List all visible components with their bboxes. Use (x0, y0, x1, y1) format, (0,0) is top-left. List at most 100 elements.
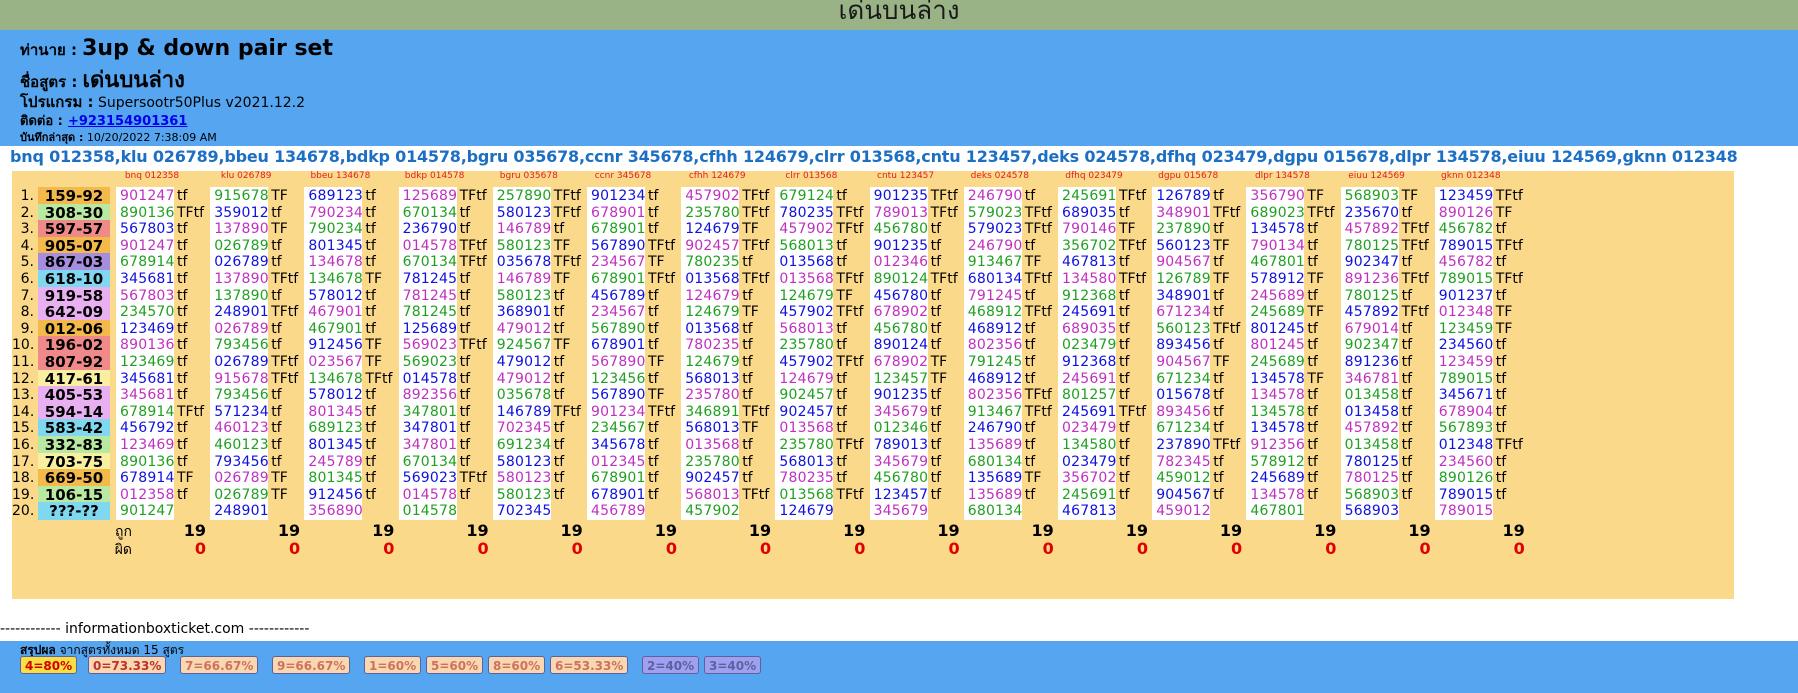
digit-cell: 014578 (398, 502, 457, 521)
digit-cell: 678914 (116, 253, 174, 272)
digit-cell: 245691 (1058, 369, 1116, 388)
set-links: bnq 012358,klu 026789,bbeu 134678,bdkp 0… (10, 147, 1798, 169)
result-flag: TFtf (742, 237, 770, 254)
result-flag: TFtf (648, 237, 676, 254)
digit-cell: 780235 (775, 203, 834, 222)
result-flag: TFtf (271, 271, 299, 287)
digit-cell: 670134 (398, 452, 457, 471)
result-flag: tf (648, 304, 659, 321)
digit-cell: 234570 (116, 303, 174, 322)
digit-cell: 013458 (1340, 436, 1399, 454)
result-flag: TFtf (742, 204, 770, 221)
digit-cell: 789015 (1434, 270, 1493, 288)
digit-cell: 347801 (398, 436, 457, 454)
digit-cell: 912456 (304, 485, 363, 504)
result-flag: tf (1119, 204, 1130, 221)
digit-cell: 580123 (492, 203, 551, 222)
result-flag: TFtf (553, 188, 581, 204)
digit-cell: 801345 (304, 469, 363, 488)
result-flag: TFtf (1024, 271, 1052, 287)
result-flag: tf (1401, 437, 1413, 453)
digit-cell: 479012 (492, 319, 551, 338)
set-link[interactable]: dfhq 023479 (1156, 147, 1268, 166)
set-link[interactable]: dgpu 015678 (1273, 147, 1389, 166)
result-pair: 867-03 (38, 253, 110, 272)
digit-cell: 356702 (1058, 469, 1116, 488)
digit-cell: 790234 (304, 220, 363, 239)
digit-cell: 901235 (869, 236, 928, 255)
digit-cell: 035678 (492, 386, 551, 405)
author-value: 3up & down pair set (82, 36, 333, 61)
result-flag: TFtf (459, 337, 487, 354)
result-flag: tf (1401, 337, 1413, 354)
result-flag: TFtf (742, 188, 770, 204)
result-flag: tf (1495, 470, 1507, 487)
miss-count: 0 (194, 539, 206, 558)
miss-count: 0 (760, 539, 772, 558)
digit-cell: 345679 (869, 452, 928, 471)
contact-link[interactable]: +923154901361 (68, 114, 187, 129)
set-link[interactable]: deks 024578 (1037, 147, 1150, 166)
result-flag: TFtf (836, 271, 864, 287)
result-pair: 332-83 (38, 436, 110, 454)
digit-cell: 904567 (1152, 253, 1211, 272)
row-number: 9. (20, 320, 34, 337)
result-flag: TFtf (1495, 271, 1523, 287)
result-flag: tf (365, 287, 376, 304)
set-link[interactable]: bnq 012358 (10, 147, 115, 166)
set-link[interactable]: cfhh 124679 (699, 147, 809, 166)
digit-cell: 578012 (304, 386, 363, 405)
result-flag: tf (742, 387, 753, 404)
result-flag: tf (271, 453, 282, 470)
result-flag: TF (930, 370, 948, 387)
digit-cell: 912456 (304, 336, 363, 355)
digit-cell: 902457 (775, 386, 834, 405)
set-link[interactable]: ccnr 345678 (585, 147, 694, 166)
result-flag: tf (648, 188, 659, 204)
digit-cell: 467801 (1246, 502, 1305, 521)
result-flag: tf (1213, 337, 1224, 354)
result-flag: tf (648, 437, 659, 453)
digit-cell: 135689 (963, 436, 1022, 454)
result-flag: tf (1213, 486, 1224, 503)
result-pair: 196-02 (38, 336, 110, 355)
digit-cell: 248901 (210, 502, 269, 521)
result-flag: tf (1213, 287, 1224, 304)
digit-cell: 234560 (1434, 452, 1493, 471)
digit-cell: 123469 (116, 319, 174, 338)
summary-badge: 0=73.33% (88, 656, 167, 674)
digit-cell: 569023 (398, 469, 457, 488)
set-link[interactable]: gknn 012348 (1622, 147, 1737, 166)
set-link[interactable]: klu 026789 (121, 147, 219, 166)
digit-cell: 456789 (587, 286, 645, 305)
miss-count: 0 (948, 539, 960, 558)
set-link[interactable]: dlpr 134578 (1395, 147, 1502, 166)
digit-cell: 567890 (587, 319, 645, 338)
digit-cell: 678901 (587, 203, 645, 222)
result-flag: tf (742, 437, 753, 453)
digit-cell: 890124 (869, 336, 928, 355)
result-flag: TFtf (1495, 188, 1523, 204)
set-link[interactable]: bdkp 014578 (346, 147, 461, 166)
result-pair: 669-50 (38, 469, 110, 488)
result-flag: TFtf (1119, 403, 1147, 420)
set-link[interactable]: bbeu 134678 (224, 147, 340, 166)
set-link[interactable]: eiuu 124569 (1507, 147, 1616, 166)
set-link[interactable]: clrr 013568 (814, 147, 915, 166)
result-flag: tf (930, 337, 942, 354)
digit-cell: 578012 (304, 286, 363, 305)
row-number: 3. (20, 221, 34, 238)
result-flag: tf (1401, 486, 1413, 503)
result-flag: tf (648, 204, 659, 221)
result-flag: tf (553, 387, 565, 404)
result-flag: tf (930, 420, 942, 437)
set-link[interactable]: cntu 123457 (921, 147, 1031, 166)
digit-cell: 890136 (116, 336, 174, 355)
result-flag: tf (365, 320, 376, 337)
result-flag: tf (271, 437, 282, 453)
set-link[interactable]: bgru 035678 (467, 147, 580, 166)
result-flag: TF (271, 221, 288, 238)
digit-cell: 678901 (587, 485, 645, 504)
result-flag: tf (1213, 387, 1224, 404)
result-flag: tf (271, 254, 282, 271)
